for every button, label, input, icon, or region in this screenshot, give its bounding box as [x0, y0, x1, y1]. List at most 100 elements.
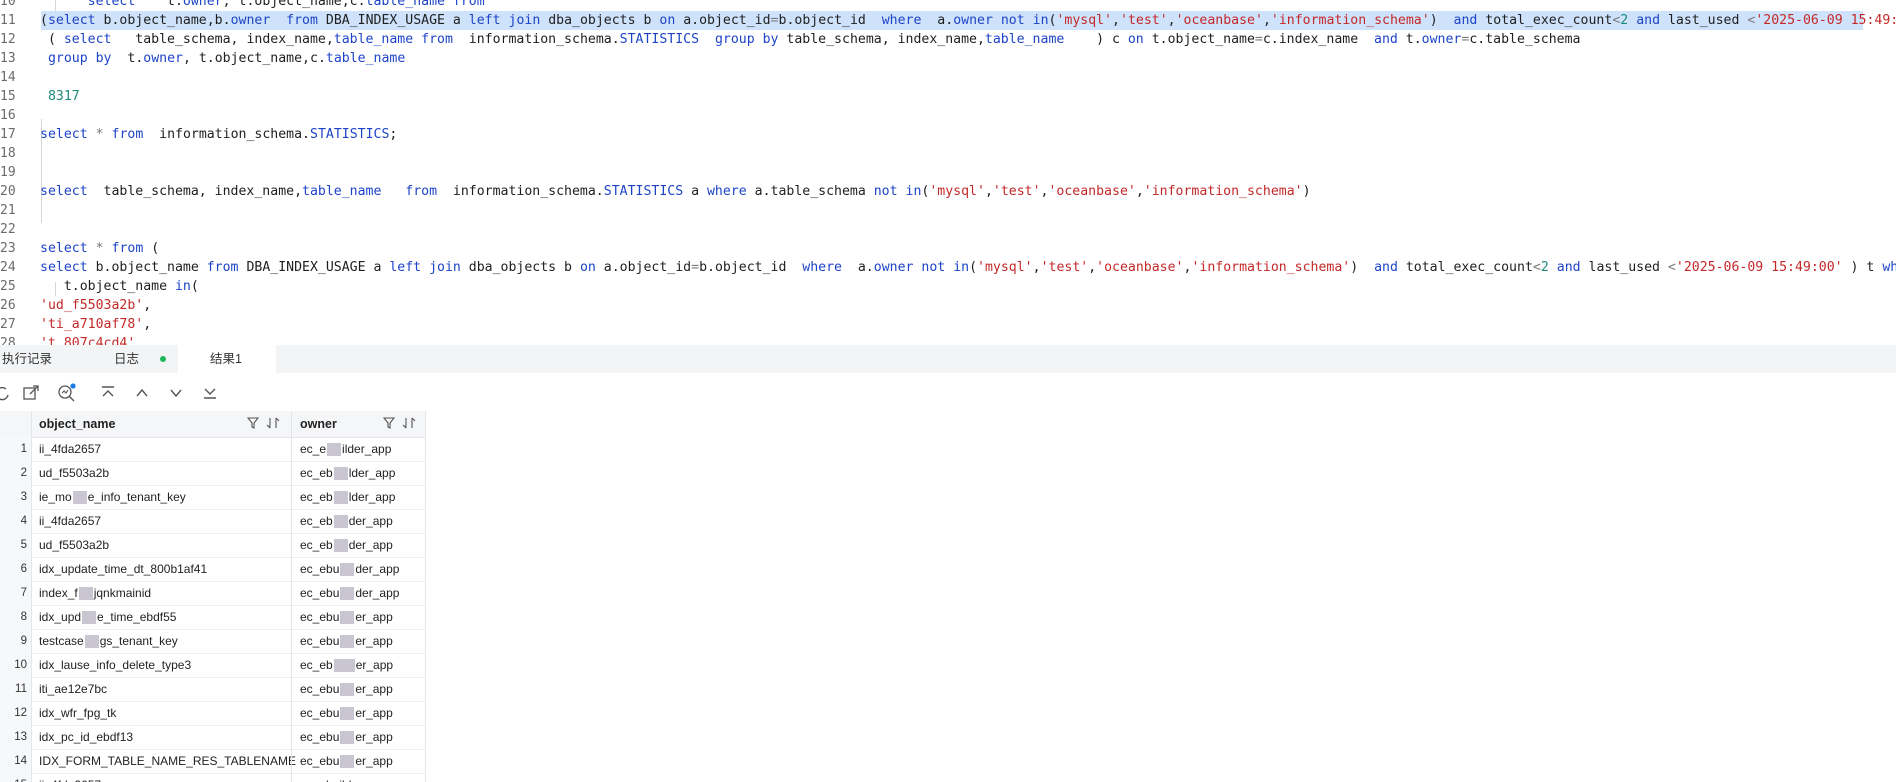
code-line[interactable]: 22: [0, 220, 1896, 239]
table-row[interactable]: 10 idx_lause_info_delete_type3 ec_eb er_app: [0, 653, 426, 678]
filter-icon[interactable]: [382, 417, 396, 432]
code-line[interactable]: 23 select * from (: [0, 239, 1896, 258]
code-text: select t.owner, t.object_name,c.table_na…: [87, 0, 485, 9]
result-toolbar: [0, 373, 1896, 411]
sort-icon[interactable]: [266, 417, 280, 432]
line-number: 26: [0, 298, 16, 313]
table-row[interactable]: 8 idx_upd e_time_ebdf55 ec_ebu er_app: [0, 605, 426, 630]
cell-owner[interactable]: ec_eb der_app: [300, 509, 393, 533]
tab-result-1[interactable]: 结果1: [178, 345, 276, 373]
cell-object-name[interactable]: ii_4fda2657: [39, 773, 101, 782]
refresh-icon[interactable]: [0, 383, 12, 403]
cell-owner[interactable]: ec_ebu er_app: [300, 701, 393, 725]
code-line[interactable]: 17 select * from information_schema.STATI…: [0, 125, 1896, 144]
line-number: 20: [0, 184, 16, 199]
cell-object-name[interactable]: idx_wfr_fpg_tk: [39, 701, 116, 725]
cell-owner[interactable]: ec_ebu er_app: [300, 629, 393, 653]
table-row[interactable]: 1 ii_4fda2657 ec_e ilder_app: [0, 437, 426, 462]
scroll-top-icon[interactable]: [98, 383, 118, 403]
line-number: 28: [0, 336, 16, 345]
cell-object-name[interactable]: idx_lause_info_delete_type3: [39, 653, 191, 677]
code-line[interactable]: 27 'ti_a710af78',: [0, 315, 1896, 334]
cell-owner[interactable]: ec_ebu er_app: [300, 749, 393, 773]
cell-object-name[interactable]: iti_ae12e7bc: [39, 677, 107, 701]
table-row[interactable]: 4 ii_4fda2657 ec_eb der_app: [0, 509, 426, 534]
cell-owner[interactable]: ec_ebu der_app: [300, 581, 399, 605]
row-number: 9: [0, 629, 31, 653]
table-row[interactable]: 5 ud_f5503a2b ec_eb der_app: [0, 533, 426, 558]
cell-owner[interactable]: ec_e ilder_app: [300, 437, 391, 461]
code-text: group by t.owner, t.object_name,c.table_…: [47, 51, 406, 66]
cell-object-name[interactable]: idx_pc_id_ebdf13: [39, 725, 133, 749]
cell-object-name[interactable]: ud_f5503a2b: [39, 461, 109, 485]
sort-icon[interactable]: [402, 417, 416, 432]
code-line[interactable]: 16: [0, 106, 1896, 125]
cell-owner[interactable]: ec_ebu er_app: [300, 677, 393, 701]
code-line[interactable]: 20 select table_schema, index_name,table_…: [0, 182, 1896, 201]
redacted-block: [82, 611, 97, 625]
line-number: 23: [0, 241, 16, 256]
code-line[interactable]: 11 (select b.object_name,b.owner from DBA…: [0, 11, 1896, 30]
code-line[interactable]: 12 ( select table_schema, index_name,tab…: [0, 30, 1896, 49]
code-line[interactable]: 18: [0, 144, 1896, 163]
code-line[interactable]: 15 8317: [0, 87, 1896, 106]
filter-icon[interactable]: [246, 417, 260, 432]
export-icon[interactable]: [21, 383, 41, 403]
cell-owner[interactable]: ec_ebu er_app: [300, 605, 393, 629]
code-line[interactable]: 19: [0, 163, 1896, 182]
cell-object-name[interactable]: index_f jqnkmainid: [39, 581, 151, 605]
code-text: 'ud_f5503a2b',: [40, 298, 152, 313]
table-row[interactable]: 12 idx_wfr_fpg_tk ec_ebu er_app: [0, 701, 426, 726]
cell-owner[interactable]: ec_eb er_app: [300, 653, 393, 677]
tab-execution-history[interactable]: 执行记录: [2, 345, 82, 373]
row-number: 13: [0, 725, 31, 749]
code-line[interactable]: 26 'ud_f5503a2b',: [0, 296, 1896, 315]
arrow-down-icon[interactable]: [166, 383, 186, 403]
cell-object-name[interactable]: ii_4fda2657: [39, 437, 101, 461]
sql-editor[interactable]: 10 select t.owner, t.object_name,c.table…: [0, 0, 1896, 345]
cell-object-name[interactable]: ii_4fda2657: [39, 509, 101, 533]
code-line[interactable]: 21: [0, 201, 1896, 220]
code-line[interactable]: 24 select b.object_name from DBA_INDEX_US…: [0, 258, 1896, 277]
cell-object-name[interactable]: ud_f5503a2b: [39, 533, 109, 557]
redacted-block: [340, 755, 355, 769]
search-icon[interactable]: [56, 383, 76, 403]
code-line[interactable]: 13 group by t.owner, t.object_name,c.tab…: [0, 49, 1896, 68]
line-number: 21: [0, 203, 16, 218]
redacted-block: [340, 683, 355, 697]
cell-owner[interactable]: ec_eb lder_app: [300, 485, 395, 509]
redacted-block: [333, 467, 348, 481]
cell-object-name[interactable]: idx_update_time_dt_800b1af41: [39, 557, 207, 581]
table-row[interactable]: 13 idx_pc_id_ebdf13 ec_ebu er_app: [0, 725, 426, 750]
column-header-object-name[interactable]: object_name: [39, 411, 115, 437]
code-line[interactable]: 10 select t.owner, t.object_name,c.table…: [0, 0, 1896, 11]
column-header-owner[interactable]: owner: [300, 411, 337, 437]
code-line[interactable]: 28 't_807c4cd4',: [0, 334, 1896, 345]
code-text: 8317: [47, 89, 80, 104]
table-row[interactable]: 14 IDX_FORM_TABLE_NAME_RES_TABLENAME ec_eb…: [0, 749, 426, 774]
line-number: 12: [0, 32, 16, 47]
table-row[interactable]: 2 ud_f5503a2b ec_eb lder_app: [0, 461, 426, 486]
table-row[interactable]: 11 iti_ae12e7bc ec_ebu er_app: [0, 677, 426, 702]
cell-owner[interactable]: ec_eb der_app: [300, 533, 393, 557]
table-row[interactable]: 15 ii_4fda2657 ec_ebuilder_app: [0, 773, 426, 782]
table-row[interactable]: 9 testcase gs_tenant_key ec_ebu er_app: [0, 629, 426, 654]
cell-object-name[interactable]: testcase gs_tenant_key: [39, 629, 178, 653]
cell-object-name[interactable]: IDX_FORM_TABLE_NAME_RES_TABLENAME: [39, 749, 296, 773]
cell-owner[interactable]: ec_ebuilder_app: [300, 773, 389, 782]
scroll-bottom-icon[interactable]: [200, 383, 220, 403]
row-number: 1: [0, 437, 31, 461]
tab-log[interactable]: 日志: [96, 345, 174, 373]
cell-object-name[interactable]: idx_upd e_time_ebdf55: [39, 605, 176, 629]
table-row[interactable]: 7 index_f jqnkmainid ec_ebu der_app: [0, 581, 426, 606]
cell-object-name[interactable]: ie_mo e_info_tenant_key: [39, 485, 186, 509]
cell-owner[interactable]: ec_ebu der_app: [300, 557, 399, 581]
line-number: 14: [0, 70, 16, 85]
table-row[interactable]: 6 idx_update_time_dt_800b1af41 ec_ebu der_a…: [0, 557, 426, 582]
arrow-up-icon[interactable]: [132, 383, 152, 403]
cell-owner[interactable]: ec_ebu er_app: [300, 725, 393, 749]
code-line[interactable]: 14: [0, 68, 1896, 87]
cell-owner[interactable]: ec_eb lder_app: [300, 461, 395, 485]
table-row[interactable]: 3 ie_mo e_info_tenant_key ec_eb lder_app: [0, 485, 426, 510]
code-line[interactable]: 25 t.object_name in(: [0, 277, 1896, 296]
